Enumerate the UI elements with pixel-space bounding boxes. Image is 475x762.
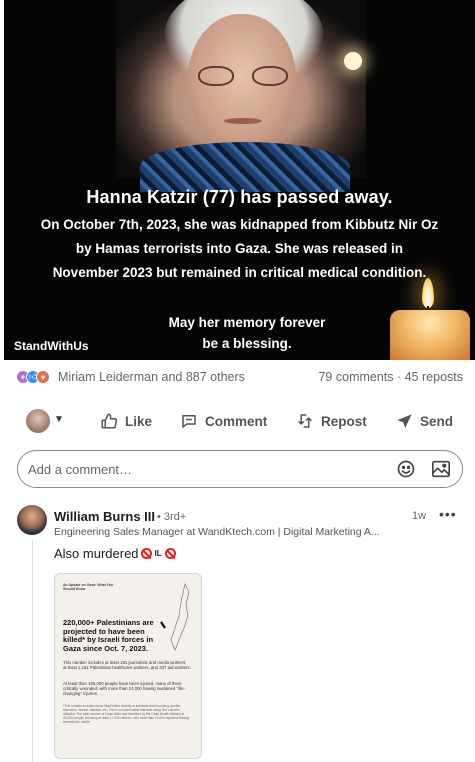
commenter-avatar[interactable] xyxy=(17,505,47,535)
attachment-paragraph-1: This number includes at least 191 journa… xyxy=(63,660,191,671)
comments-reposts-count[interactable]: 79 comments · 45 reposts xyxy=(318,370,463,384)
like-button[interactable]: Like xyxy=(100,408,152,434)
attachment-footnote: *This number includes those killed eithe… xyxy=(63,704,190,724)
send-label: Send xyxy=(420,413,454,429)
comment-icon xyxy=(182,415,196,428)
commenter-name[interactable]: William Burns III xyxy=(54,509,155,524)
comment-attachment-image[interactable]: An Update on Gaza: What You Should Know … xyxy=(54,573,202,759)
comment-button[interactable]: Comment xyxy=(180,408,267,434)
post-image[interactable]: Hanna Katzir (77) has passed away. On Oc… xyxy=(4,0,475,360)
portrait-photo xyxy=(116,0,366,192)
emoji-icon[interactable] xyxy=(396,459,416,479)
comment-timestamp: 1w xyxy=(412,510,427,522)
reaction-icons[interactable]: ✦ 👍︎ ♥ xyxy=(16,370,56,386)
reactors-link[interactable]: Miriam Leiderman and 887 others xyxy=(58,370,245,384)
actor-avatar[interactable] xyxy=(26,409,50,433)
prohibited-icon xyxy=(140,548,152,559)
like-label: Like xyxy=(125,413,153,429)
action-bar: ▼ Like Comment Repost Send xyxy=(0,400,475,440)
comment-input[interactable] xyxy=(28,460,388,478)
send-icon xyxy=(397,413,412,428)
thumbs-up-icon xyxy=(101,413,118,429)
image-memory-text: May her memory forever be a blessing. xyxy=(168,315,326,351)
repost-icon xyxy=(298,414,312,428)
repost-button[interactable]: Repost xyxy=(296,408,367,434)
attachment-kicker: An Update on Gaza: What You Should Know xyxy=(63,583,114,591)
comment-text: Also murdered IL xyxy=(54,546,176,561)
image-body: On October 7th, 2023, she was kidnapped … xyxy=(40,217,439,280)
image-headline: Hanna Katzir (77) has passed away. xyxy=(86,187,393,207)
image-icon[interactable] xyxy=(431,460,451,478)
comment-label: Comment xyxy=(205,413,268,429)
chevron-down-icon[interactable]: ▼ xyxy=(54,414,64,425)
comment-box xyxy=(17,450,463,488)
repost-label: Repost xyxy=(321,413,367,429)
attachment-title: 220,000+ Palestinians are projected to h… xyxy=(63,618,154,653)
commenter-headline: Engineering Sales Manager at WandKtech.c… xyxy=(54,526,380,538)
attachment-paragraph-2: At least than 105,000 people have been i… xyxy=(63,681,185,697)
comment-body: Also murdered xyxy=(54,546,139,561)
candle-image xyxy=(386,278,472,360)
connection-degree: • 3rd+ xyxy=(157,511,187,523)
background-light xyxy=(344,52,362,70)
prohibited-icon xyxy=(164,548,176,559)
flag-label: IL xyxy=(154,549,162,558)
send-button[interactable]: Send xyxy=(396,408,453,434)
more-options-icon[interactable]: ••• xyxy=(439,506,457,522)
social-counts-row: ✦ 👍︎ ♥ Miriam Leiderman and 887 others 7… xyxy=(16,369,463,387)
brand-logo-text: StandWithUs xyxy=(14,339,89,353)
thread-line xyxy=(32,540,33,762)
love-icon: ♥ xyxy=(36,370,50,384)
